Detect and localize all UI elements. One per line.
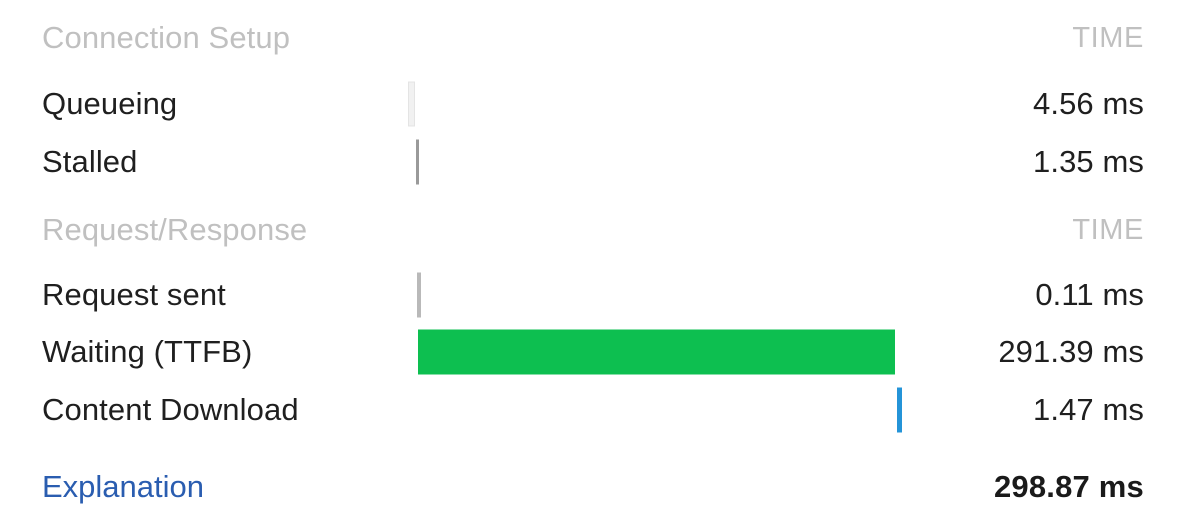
timing-label-waiting-ttfb: Waiting (TTFB): [42, 334, 253, 369]
timing-label-content-download: Content Download: [42, 392, 299, 427]
section-time-header-connection-setup: TIME: [1072, 21, 1144, 54]
bar-track-waiting-ttfb: [408, 328, 942, 376]
section-header-connection-setup: Connection Setup TIME: [0, 14, 1177, 62]
timing-label-queueing: Queueing: [42, 86, 178, 121]
bar-track-request-sent: [408, 271, 942, 319]
timing-value-request-sent: 0.11 ms: [1035, 277, 1144, 312]
section-title-request-response: Request/Response: [42, 212, 308, 247]
total-time-value: 298.87 ms: [993, 469, 1144, 504]
timing-bar-request-sent: [417, 272, 421, 318]
timing-row-queueing[interactable]: Queueing 4.56 ms: [0, 80, 1177, 128]
timing-label-request-sent: Request sent: [42, 277, 226, 312]
section-time-header-request-response: TIME: [1072, 213, 1144, 246]
explanation-link[interactable]: Explanation: [42, 469, 204, 505]
section-header-request-response: Request/Response TIME: [0, 206, 1177, 254]
timing-value-content-download: 1.47 ms: [1033, 392, 1144, 427]
timing-value-waiting-ttfb: 291.39 ms: [998, 334, 1144, 369]
bar-track-stalled: [408, 138, 942, 186]
network-timing-panel: Connection Setup TIME Queueing 4.56 ms S…: [0, 0, 1177, 531]
timing-bar-content-download: [897, 387, 902, 433]
timing-value-stalled: 1.35 ms: [1033, 144, 1144, 179]
timing-total-row: Explanation 298.87 ms: [0, 463, 1177, 511]
timing-bar-stalled: [416, 139, 419, 185]
timing-row-waiting-ttfb[interactable]: Waiting (TTFB) 291.39 ms: [0, 328, 1177, 376]
section-title-connection-setup: Connection Setup: [42, 20, 291, 55]
timing-row-stalled[interactable]: Stalled 1.35 ms: [0, 138, 1177, 186]
timing-value-queueing: 4.56 ms: [1033, 86, 1144, 121]
timing-row-request-sent[interactable]: Request sent 0.11 ms: [0, 271, 1177, 319]
timing-bar-queueing: [408, 81, 415, 127]
timing-label-stalled: Stalled: [42, 144, 138, 179]
bar-track-content-download: [408, 386, 942, 434]
timing-row-content-download[interactable]: Content Download 1.47 ms: [0, 386, 1177, 434]
timing-bar-waiting-ttfb: [418, 329, 895, 375]
bar-track-queueing: [408, 80, 942, 128]
